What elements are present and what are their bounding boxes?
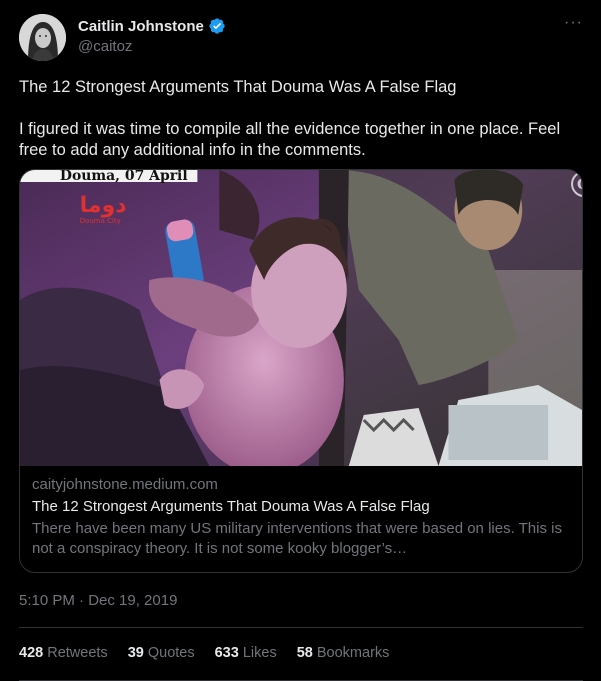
stat-retweets[interactable]: 428 Retweets: [19, 645, 108, 661]
image-logo-subtext: Douma City: [80, 217, 121, 225]
tweet: Caitlin Johnstone @caitoz ··· The 12 Str…: [0, 0, 601, 681]
stat-count: 58: [296, 645, 313, 661]
avatar-portrait-icon: [19, 14, 66, 61]
card-image[interactable]: Douma, 07 April دوما Douma City G: [20, 170, 582, 466]
stat-label: Bookmarks: [316, 645, 390, 661]
svg-text:G: G: [577, 177, 582, 193]
stat-likes[interactable]: 633 Likes: [215, 645, 277, 661]
engagement-stats: 428 Retweets 39 Quotes 633 Likes 58 Book…: [19, 645, 389, 661]
verified-badge-icon: [208, 17, 226, 35]
card-title: The 12 Strongest Arguments That Douma Wa…: [32, 498, 430, 515]
tweet-text-line1: The 12 Strongest Arguments That Douma Wa…: [19, 78, 457, 96]
more-options-button[interactable]: ···: [564, 14, 583, 32]
timestamp-link[interactable]: 5:10 PM · Dec 19, 2019: [19, 592, 177, 609]
card-description: There have been many US military interve…: [32, 520, 562, 557]
image-logo-text: دوما: [80, 193, 127, 218]
stat-bookmarks[interactable]: 58 Bookmarks: [297, 645, 390, 661]
stat-count: 39: [127, 645, 144, 661]
image-caption-text: Douma, 07 April: [60, 170, 188, 184]
card-photo: Douma, 07 April دوما Douma City G: [20, 170, 582, 466]
card-domain: caityjohnstone.medium.com: [32, 476, 218, 493]
ellipsis-icon: ···: [564, 14, 583, 31]
author-name-row[interactable]: Caitlin Johnstone: [78, 17, 226, 35]
author-handle[interactable]: @caitoz: [78, 38, 132, 55]
tweet-text: The 12 Strongest Arguments That Douma Wa…: [19, 77, 579, 161]
stat-count: 428: [19, 645, 44, 661]
avatar[interactable]: [19, 14, 66, 61]
stat-label: Quotes: [147, 645, 195, 661]
card-body[interactable]: caityjohnstone.medium.com The 12 Stronge…: [32, 475, 572, 559]
stat-label: Likes: [242, 645, 277, 661]
author-name[interactable]: Caitlin Johnstone: [78, 18, 204, 35]
divider: [19, 627, 583, 628]
stat-quotes[interactable]: 39 Quotes: [128, 645, 195, 661]
tweet-text-line2: I figured it was time to compile all the…: [19, 120, 561, 159]
stat-count: 633: [214, 645, 239, 661]
stat-label: Retweets: [47, 645, 108, 661]
link-card[interactable]: Douma, 07 April دوما Douma City G caityj…: [19, 169, 583, 573]
